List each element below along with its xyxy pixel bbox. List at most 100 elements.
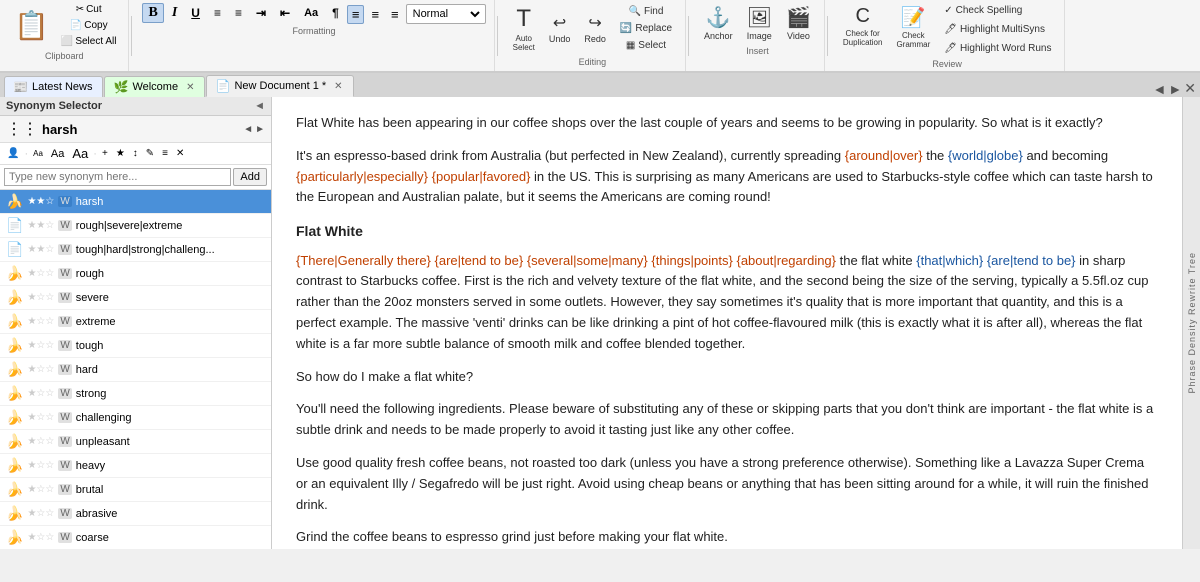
check-grammar-button[interactable]: 📝 CheckGrammar — [891, 2, 935, 52]
syn-item-abrasive[interactable]: 🍌 ★☆☆ W abrasive — [0, 502, 271, 526]
syn-delete-button[interactable]: ✕ — [173, 147, 187, 160]
insert-group: ⚓ Anchor 🖼 Image 🎬 Video Insert — [691, 0, 825, 71]
panel-collapse-icon[interactable]: ◄ — [254, 100, 265, 112]
doc-para-2-text-1: It's an espresso-based drink from Austra… — [296, 148, 845, 163]
copy-button[interactable]: 📄 Copy — [57, 18, 121, 33]
syn-item-tough-icon: 🍌 — [6, 337, 23, 354]
word-nav-arrows: ◄ ► — [243, 124, 265, 135]
anchor-button[interactable]: ⚓ Anchor — [699, 2, 738, 44]
close-welcome-tab[interactable]: ✕ — [186, 82, 194, 93]
highlight-multi-button[interactable]: 🖊 Highlight MultiSyns — [939, 21, 1056, 38]
highlight-multi-icon: 🖊 — [944, 24, 957, 35]
toolbar: 📋 ✂ Cut 📄 Copy ⬜ Select All — [0, 0, 1200, 97]
syn-font-xl-button[interactable]: Aa — [69, 145, 91, 162]
doc-paragraph-7: Grind the coffee beans to espresso grind… — [296, 527, 1158, 548]
doc-paragraph-2: It's an espresso-based drink from Austra… — [296, 146, 1158, 208]
syn-item-extreme-icon: 🍌 — [6, 313, 23, 330]
numbering-button[interactable]: ≡ — [229, 4, 248, 22]
tabs-bar: 📰 Latest News 🌿 Welcome ✕ 📄 New Document… — [0, 73, 1200, 97]
syn-item-brutal[interactable]: 🍌 ★☆☆ W brutal — [0, 478, 271, 502]
image-button[interactable]: 🖼 Image — [742, 2, 777, 44]
undo-button[interactable]: ↩ Undo — [544, 10, 576, 47]
review-sub-buttons: ✓ Check Spelling 🖊 Highlight MultiSyns 🖊… — [939, 2, 1056, 57]
highlight-word-button[interactable]: 🖊 Highlight Word Runs — [939, 40, 1056, 57]
align-and-font: ≡ ≡ ≡ Normal Heading 1 Heading 2 — [347, 4, 486, 24]
syn-item-severe-stars: ★☆☆ — [27, 292, 54, 303]
close-new-document-tab[interactable]: ✕ — [334, 81, 342, 92]
find-button[interactable]: 🔍 Find — [624, 3, 669, 20]
tab-latest-news[interactable]: 📰 Latest News — [4, 76, 103, 97]
check-spelling-button[interactable]: ✓ Check Spelling — [939, 2, 1056, 19]
indent-inc-button[interactable]: ⇥ — [250, 4, 272, 22]
syn-item-coarse[interactable]: 🍌 ★☆☆ W coarse — [0, 526, 271, 549]
align-center-button[interactable]: ≡ — [366, 5, 384, 24]
syn-font-small-button[interactable]: Aa — [30, 148, 46, 159]
redo-button[interactable]: ↪ Redo — [579, 10, 611, 47]
syn-item-unpleasant[interactable]: 🍌 ★☆☆ W unpleasant — [0, 430, 271, 454]
align-right-button[interactable]: ≡ — [386, 5, 404, 24]
syn-item-rough-severe[interactable]: 📄 ★★☆ W rough|severe|extreme — [0, 214, 271, 238]
tab-new-document[interactable]: 📄 New Document 1 * ✕ — [206, 75, 353, 97]
syn-item-tough-wmark: W — [58, 340, 71, 351]
syn-item-tough[interactable]: 🍌 ★☆☆ W tough — [0, 334, 271, 358]
syn-item-harsh[interactable]: 🍌 ★★☆ W harsh — [0, 190, 271, 214]
font-size-button[interactable]: Aa — [298, 5, 324, 21]
sep2 — [497, 16, 498, 56]
doc-para-6-text: Use good quality fresh coffee beans, not… — [296, 455, 1149, 512]
synonym-add-button[interactable]: Add — [233, 168, 267, 186]
paste-button[interactable]: 📋 — [8, 7, 55, 44]
paragraph-mark-button[interactable]: ¶ — [326, 4, 345, 22]
auto-select-button[interactable]: T AutoSelect — [508, 2, 540, 55]
font-style-combo[interactable]: Normal Heading 1 Heading 2 — [406, 4, 486, 24]
word-nav-next[interactable]: ► — [255, 124, 265, 135]
document-scroll[interactable]: Flat White has been appearing in our cof… — [272, 97, 1182, 549]
nav-arrows: ◄ ► ✕ — [1153, 80, 1200, 97]
bold-button[interactable]: B — [142, 3, 163, 23]
check-duplication-button[interactable]: C Check forDuplication — [838, 2, 888, 50]
align-left-button[interactable]: ≡ — [347, 5, 365, 24]
synonym-search-input[interactable] — [4, 168, 231, 186]
nav-close-button[interactable]: ✕ — [1184, 80, 1196, 97]
syn-item-rough-stars: ★☆☆ — [27, 268, 54, 279]
syn-add-group-button[interactable]: + — [99, 147, 111, 160]
clipboard-group: 📋 ✂ Cut 📄 Copy ⬜ Select All — [0, 0, 129, 71]
syn-item-rough[interactable]: 🍌 ★☆☆ W rough — [0, 262, 271, 286]
doc-para-1-text: Flat White has been appearing in our cof… — [296, 115, 1103, 130]
bullets-button[interactable]: ≡ — [208, 4, 227, 22]
cut-button[interactable]: ✂ Cut — [57, 2, 121, 17]
doc-para-3-blue-2: {are|tend to be} — [987, 253, 1076, 268]
syn-sort-button[interactable]: ↕ — [130, 147, 141, 160]
select-button[interactable]: ▦ Select — [621, 37, 671, 54]
nav-right-button[interactable]: ► — [1168, 81, 1182, 97]
nav-left-button[interactable]: ◄ — [1153, 81, 1167, 97]
video-button[interactable]: 🎬 Video — [781, 2, 816, 44]
syn-font-large-button[interactable]: Aa — [48, 147, 67, 161]
syn-item-tough-hard[interactable]: 📄 ★★☆ W tough|hard|strong|challeng... — [0, 238, 271, 262]
syn-item-challenging[interactable]: 🍌 ★☆☆ W challenging — [0, 406, 271, 430]
indent-dec-button[interactable]: ⇤ — [274, 4, 296, 22]
syn-item-severe[interactable]: 🍌 ★☆☆ W severe — [0, 286, 271, 310]
syn-item-extreme-wmark: W — [58, 316, 71, 327]
syn-item-coarse-text: coarse — [76, 532, 265, 544]
syn-options-button[interactable]: ≡ — [159, 147, 171, 160]
select-all-button[interactable]: ⬜ Select All — [57, 34, 121, 49]
syn-item-hard[interactable]: 🍌 ★☆☆ W hard — [0, 358, 271, 382]
syn-add-star-button[interactable]: ★ — [113, 147, 128, 160]
word-nav-prev[interactable]: ◄ — [243, 124, 253, 135]
syn-item-extreme[interactable]: 🍌 ★☆☆ W extreme — [0, 310, 271, 334]
syn-item-heavy[interactable]: 🍌 ★☆☆ W heavy — [0, 454, 271, 478]
underline-button[interactable]: U — [185, 4, 206, 22]
syn-person-button[interactable]: 👤 — [4, 147, 22, 160]
syn-item-strong[interactable]: 🍌 ★☆☆ W strong — [0, 382, 271, 406]
italic-button[interactable]: I — [166, 3, 183, 23]
syn-item-rough-text: rough — [76, 268, 265, 280]
doc-para-3-text-5: the flat white — [836, 253, 916, 268]
auto-select-icon: T — [516, 5, 531, 33]
tab-welcome[interactable]: 🌿 Welcome ✕ — [104, 76, 205, 97]
font-style-select[interactable]: Normal Heading 1 Heading 2 — [409, 7, 483, 21]
syn-item-hard-text: hard — [76, 364, 265, 376]
replace-button[interactable]: 🔄 Replace — [615, 20, 677, 37]
syn-edit-button[interactable]: ✎ — [143, 147, 157, 160]
formatting-label: Formatting — [293, 26, 336, 36]
right-sidebar: Phrase Density Rewrite Tree — [1182, 97, 1200, 549]
